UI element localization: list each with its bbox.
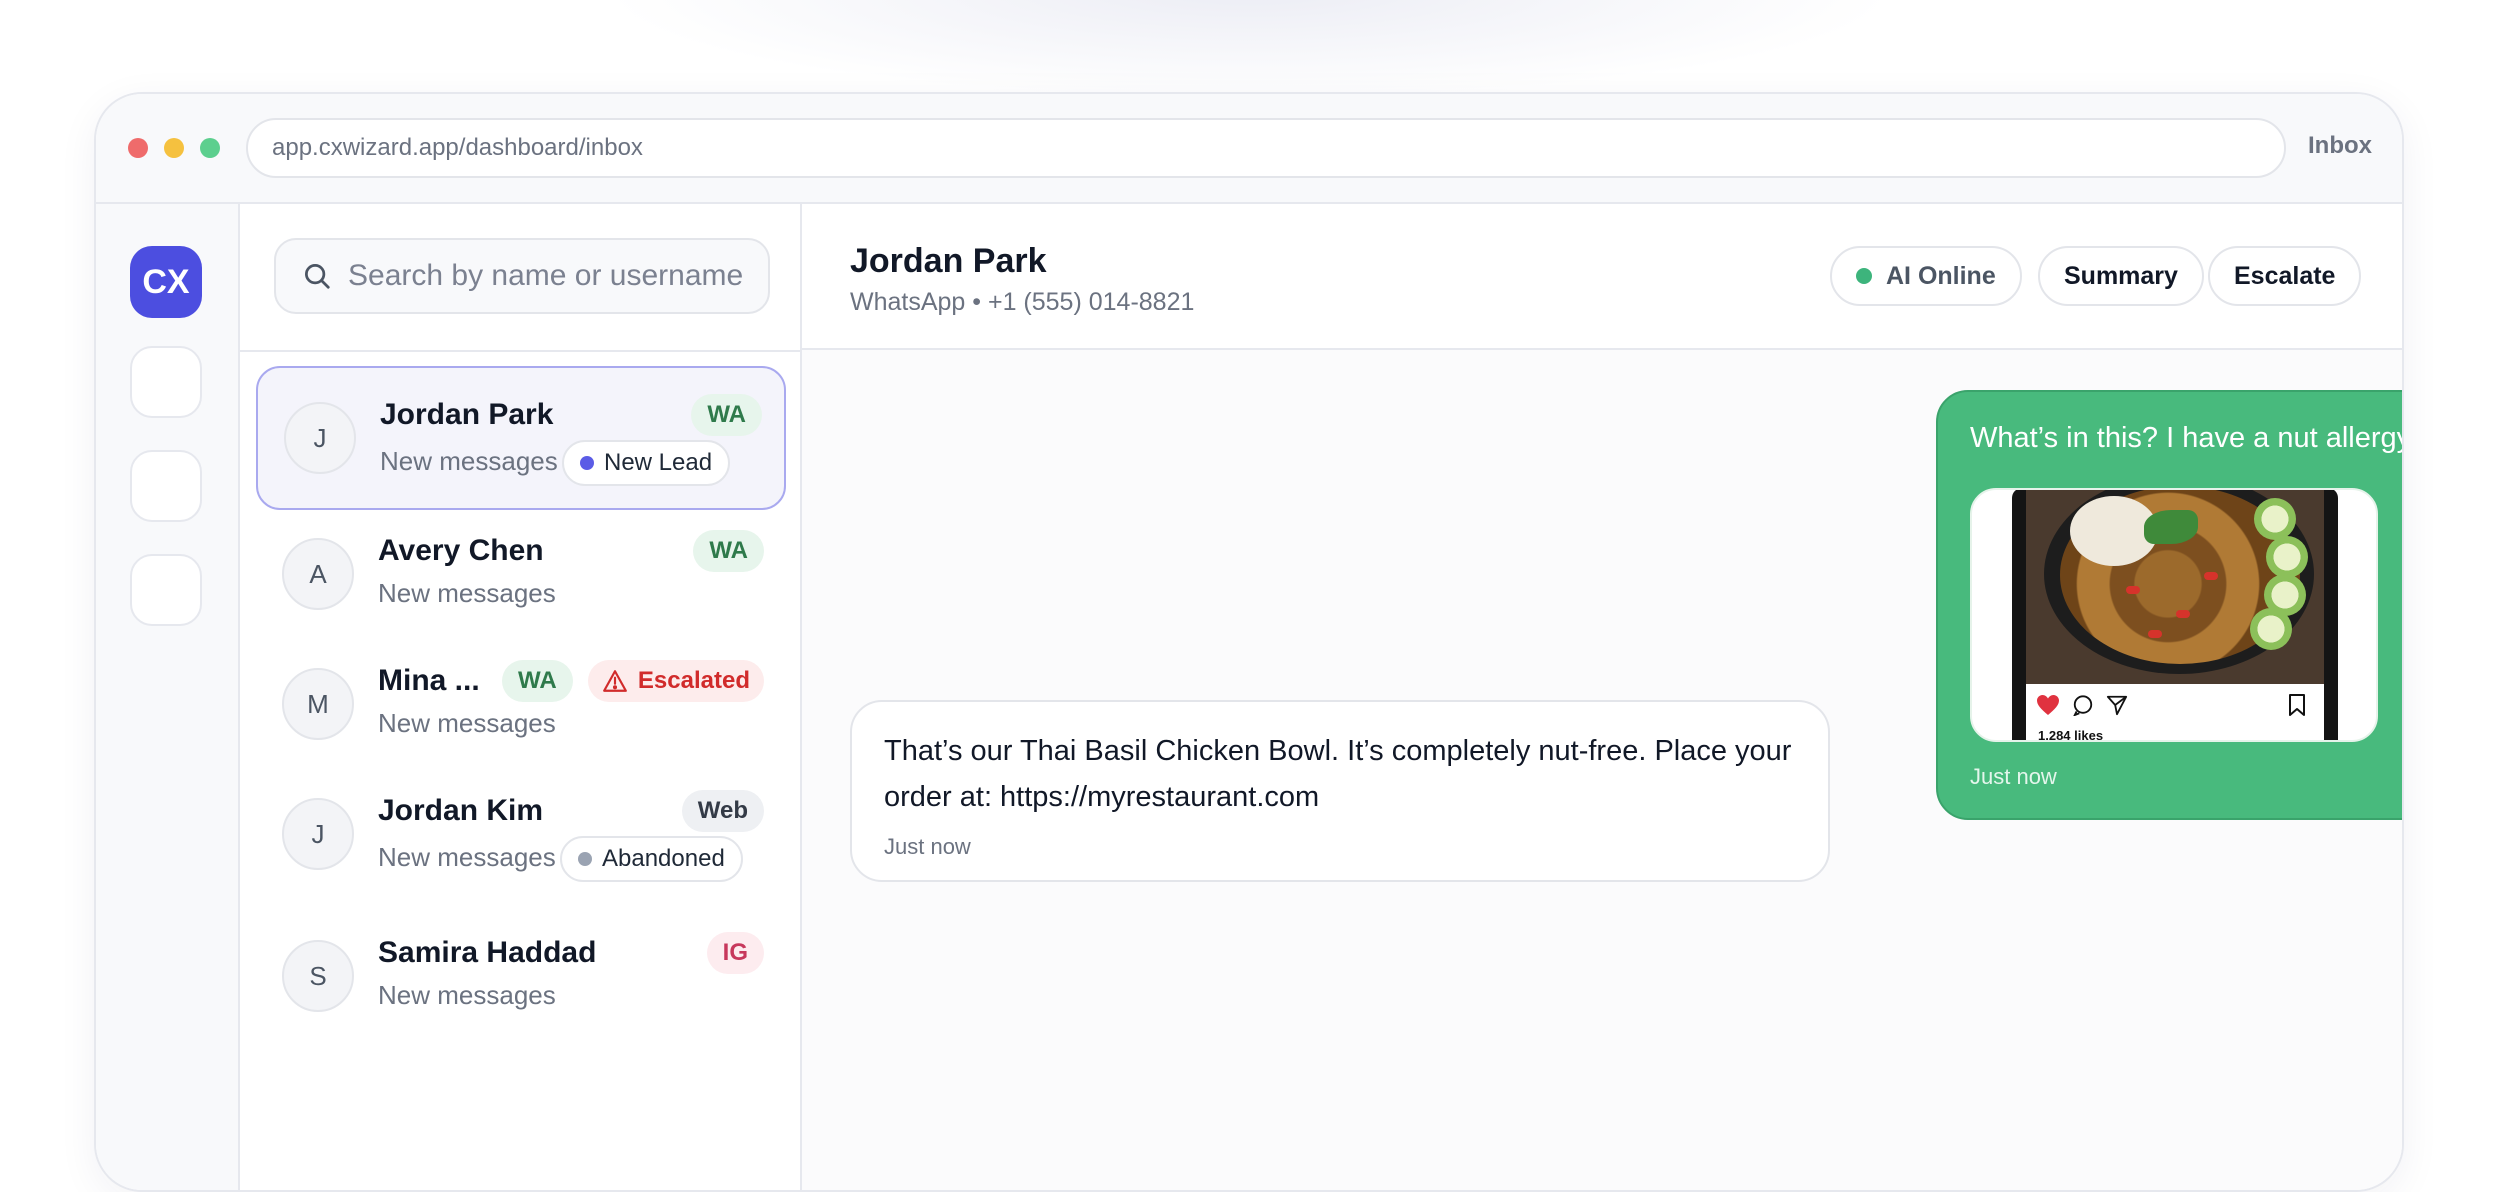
heart-icon bbox=[2037, 695, 2059, 715]
incoming-message: That’s our Thai Basil Chicken Bowl. It’s… bbox=[850, 700, 1830, 882]
chili-piece bbox=[2148, 630, 2162, 638]
conversation-item[interactable]: A Avery Chen WA New messages bbox=[256, 504, 786, 648]
chili-piece bbox=[2176, 610, 2190, 618]
search-input[interactable] bbox=[348, 259, 768, 293]
rail-button-1[interactable] bbox=[130, 346, 202, 418]
image-attachment[interactable]: 1,284 likes bbox=[1970, 488, 2378, 742]
channel-badge: WA bbox=[502, 660, 573, 702]
cucumber-slice bbox=[2266, 536, 2308, 578]
chili-piece bbox=[2126, 586, 2140, 594]
chat-header: Jordan Park WhatsApp • +1 (555) 014-8821… bbox=[802, 204, 2402, 350]
chat-contact-name: Jordan Park bbox=[850, 242, 1047, 280]
abandoned-tag: Abandoned bbox=[560, 836, 743, 882]
chat-panel: Jordan Park WhatsApp • +1 (555) 014-8821… bbox=[802, 204, 2402, 1190]
app-window: app.cxwizard.app/dashboard/inbox Inbox C… bbox=[94, 92, 2404, 1192]
ai-online-dot bbox=[1856, 268, 1872, 284]
nav-rail: CX bbox=[96, 204, 240, 1190]
channel-badge: IG bbox=[706, 932, 764, 974]
tag-dot bbox=[580, 456, 594, 470]
background-glow bbox=[600, 0, 1900, 100]
share-icon bbox=[2106, 695, 2128, 716]
channel-badge: WA bbox=[693, 530, 764, 572]
message-preview: New messages bbox=[378, 708, 556, 738]
message-preview: New messages bbox=[378, 980, 556, 1010]
ai-status-button[interactable]: AI Online bbox=[1830, 246, 2022, 306]
likes-count: 1,284 likes bbox=[2038, 728, 2104, 742]
avatar: A bbox=[282, 538, 354, 610]
avatar: S bbox=[282, 940, 354, 1012]
contact-name: Avery Chen bbox=[378, 534, 544, 567]
escalated-label: Escalated bbox=[637, 667, 750, 694]
tag-dot bbox=[578, 852, 592, 866]
post-actions: 1,284 likes bbox=[2026, 684, 2324, 742]
channel-badge: WA bbox=[691, 394, 762, 436]
ai-status-label: AI Online bbox=[1886, 261, 1996, 290]
basil-leaf bbox=[2144, 510, 2198, 544]
food-photo bbox=[2026, 490, 2324, 684]
page-label: Inbox bbox=[2308, 132, 2372, 159]
contact-name: Jordan Kim bbox=[378, 794, 544, 827]
address-bar[interactable]: app.cxwizard.app/dashboard/inbox bbox=[246, 118, 2286, 178]
message-preview: New messages bbox=[380, 446, 558, 476]
rail-button-3[interactable] bbox=[130, 554, 202, 626]
lime-slice bbox=[2254, 498, 2296, 540]
cucumber-slice bbox=[2250, 608, 2292, 650]
contact-name: Samira Haddad bbox=[378, 936, 597, 969]
close-window-dot[interactable] bbox=[128, 138, 148, 158]
avatar: J bbox=[282, 798, 354, 870]
message-preview: New messages bbox=[378, 842, 556, 872]
search-icon bbox=[305, 264, 330, 289]
outgoing-message: What’s in this? I have a nut allergy 1,2… bbox=[1936, 390, 2404, 820]
rail-button-2[interactable] bbox=[130, 450, 202, 522]
browser-titlebar: app.cxwizard.app/dashboard/inbox Inbox bbox=[96, 94, 2402, 204]
conversation-item[interactable]: J Jordan Park WA New messages New Lead bbox=[256, 366, 786, 510]
message-time: Just now bbox=[1970, 764, 2057, 789]
comment-icon bbox=[2073, 695, 2093, 716]
chat-contact-meta: WhatsApp • +1 (555) 014-8821 bbox=[850, 288, 1195, 316]
avatar: J bbox=[284, 402, 356, 474]
summary-button[interactable]: Summary bbox=[2038, 246, 2204, 306]
conversation-item[interactable]: J Jordan Kim Web New messages Abandoned bbox=[256, 764, 786, 908]
conversation-list: J Jordan Park WA New messages New Lead A… bbox=[240, 204, 802, 1190]
contact-name: Jordan Park bbox=[380, 398, 554, 431]
conversation-item[interactable]: S Samira Haddad IG New messages bbox=[256, 906, 786, 1050]
chili-piece bbox=[2204, 572, 2218, 580]
search-box[interactable] bbox=[274, 238, 770, 314]
warning-icon bbox=[603, 670, 627, 692]
channel-badge: Web bbox=[681, 790, 764, 832]
conversation-item[interactable]: M Mina ... WA Escalated New messages bbox=[256, 634, 786, 778]
app-logo[interactable]: CX bbox=[130, 246, 202, 318]
avatar: M bbox=[282, 668, 354, 740]
message-text: What’s in this? I have a nut allergy bbox=[1970, 422, 2404, 454]
tag-label: New Lead bbox=[604, 449, 713, 476]
contact-name: Mina ... bbox=[378, 664, 480, 697]
message-preview: New messages bbox=[378, 578, 556, 608]
minimize-window-dot[interactable] bbox=[164, 138, 184, 158]
bookmark-icon bbox=[2289, 694, 2305, 716]
lead-tag: New Lead bbox=[562, 440, 731, 486]
message-text: That’s our Thai Basil Chicken Bowl. It’s… bbox=[884, 735, 1792, 813]
message-time: Just now bbox=[884, 834, 971, 859]
search-area bbox=[240, 204, 800, 352]
escalated-badge: Escalated bbox=[587, 660, 764, 702]
escalate-button[interactable]: Escalate bbox=[2208, 246, 2362, 306]
tag-label: Abandoned bbox=[602, 845, 725, 872]
maximize-window-dot[interactable] bbox=[200, 138, 220, 158]
